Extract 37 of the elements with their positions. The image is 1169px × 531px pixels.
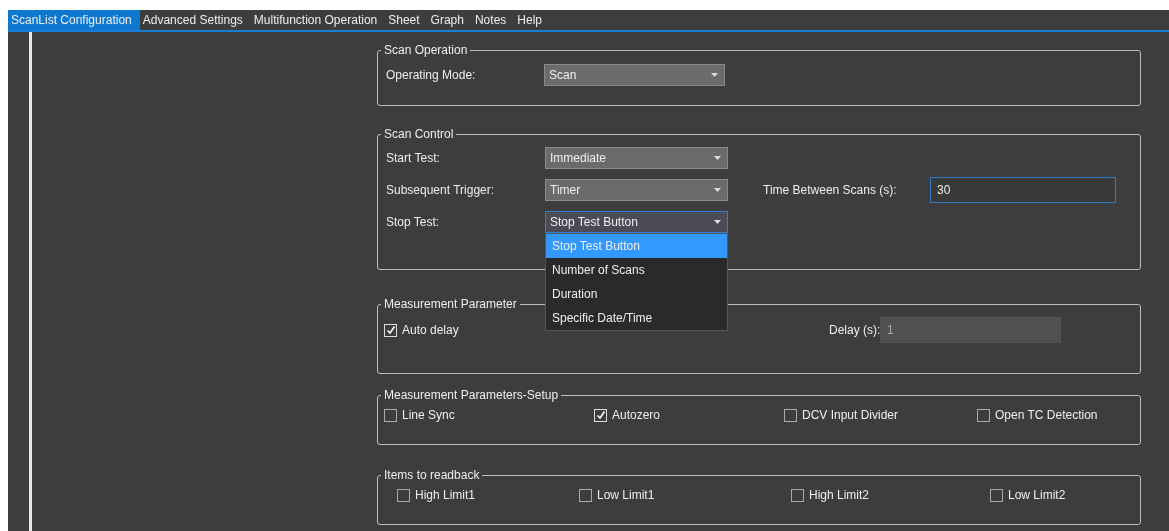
- menu-tab[interactable]: Advanced Settings: [139, 10, 251, 30]
- field-label: Delay (s):: [829, 323, 880, 337]
- field-label: Start Test:: [385, 151, 441, 165]
- checkbox[interactable]: Low Limit1: [579, 488, 791, 502]
- field-label: Operating Mode:: [385, 68, 477, 82]
- checkbox[interactable]: Open TC Detection: [977, 408, 1134, 422]
- dropdown[interactable]: Timer: [545, 179, 728, 201]
- menu-tab[interactable]: Help: [514, 10, 550, 30]
- group-title: Measurement Parameter: [383, 297, 518, 311]
- menu-tab[interactable]: Multifunction Operation: [250, 10, 386, 30]
- checkbox[interactable]: Line Sync: [384, 408, 594, 422]
- menu-tab[interactable]: Graph: [427, 10, 472, 30]
- menu-tab[interactable]: ScanList Configuration: [8, 10, 140, 30]
- input-field[interactable]: 30: [930, 177, 1116, 203]
- checkbox[interactable]: High Limit2: [791, 488, 990, 502]
- menu-tab[interactable]: Sheet: [385, 10, 428, 30]
- dropdown[interactable]: Scan: [544, 64, 725, 86]
- menu-tab[interactable]: Notes: [471, 10, 515, 30]
- group-title: Items to readback: [383, 468, 481, 482]
- caret-icon: [714, 156, 721, 160]
- group-title: Scan Control: [383, 127, 455, 141]
- field-label: Time Between Scans (s):: [763, 183, 898, 197]
- checkbox[interactable]: DCV Input Divider: [784, 408, 977, 422]
- caret-icon: [714, 188, 721, 192]
- field-label: Stop Test:: [385, 215, 441, 229]
- caret-icon: [711, 73, 718, 77]
- caret-icon: [714, 220, 721, 224]
- checkbox[interactable]: Autozero: [594, 408, 784, 422]
- field-label: Subsequent Trigger:: [385, 183, 496, 197]
- checkbox[interactable]: Low Limit2: [990, 488, 1134, 502]
- dropdown-option[interactable]: Duration: [546, 282, 727, 306]
- dropdown-option[interactable]: Number of Scans: [546, 258, 727, 282]
- group-title: Measurement Parameters-Setup: [383, 388, 560, 402]
- checkbox[interactable]: High Limit1: [397, 488, 579, 502]
- dropdown[interactable]: Immediate: [545, 147, 728, 169]
- dropdown[interactable]: Stop Test Button: [545, 211, 728, 233]
- group-title: Scan Operation: [383, 43, 469, 57]
